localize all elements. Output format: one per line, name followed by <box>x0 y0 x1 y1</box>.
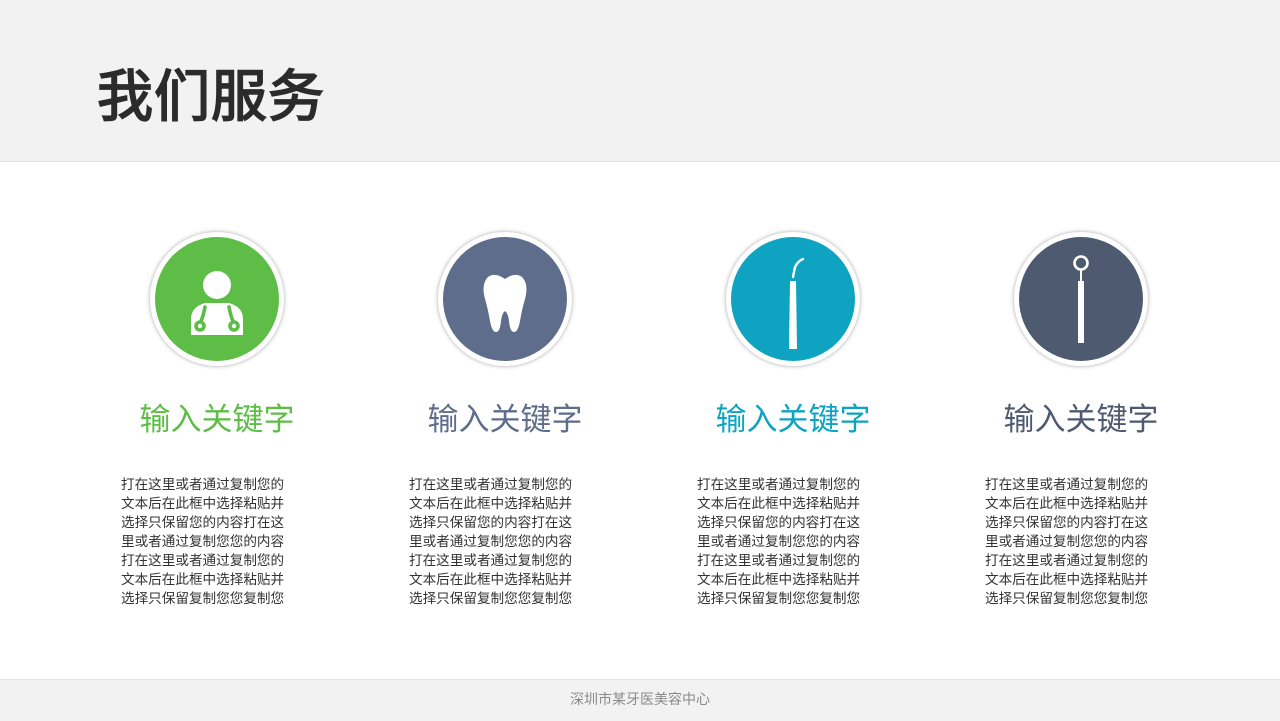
service-card-probe: 输入关键字 打在这里或者通过复制您的 文本后在此框中选择粘贴并 选择只保留您的内… <box>649 232 937 632</box>
card-keyword: 输入关键字 <box>139 402 295 438</box>
page-title: 我们服务 <box>97 65 325 130</box>
service-card-doctor: 输入关键字 打在这里或者通过复制您的 文本后在此框中选择粘贴并 选择只保留您的内… <box>73 232 361 632</box>
service-card-mirror: 输入关键字 打在这里或者通过复制您的 文本后在此框中选择粘贴并 选择只保留您的内… <box>937 232 1225 632</box>
card-description: 打在这里或者通过复制您的 文本后在此框中选择粘贴并 选择只保留您的内容打在这 里… <box>409 477 573 607</box>
footer-bar: 深圳市某牙医美容中心 <box>0 679 1280 721</box>
card-keyword: 输入关键字 <box>427 402 583 438</box>
icon-circle-frame <box>1014 232 1148 366</box>
card-description: 打在这里或者通过复制您的 文本后在此框中选择粘贴并 选择只保留您的内容打在这 里… <box>985 477 1149 607</box>
card-keyword: 输入关键字 <box>1003 402 1159 438</box>
icon-circle-frame <box>438 232 572 366</box>
doctor-icon <box>155 237 279 361</box>
footer-text: 深圳市某牙医美容中心 <box>570 692 710 708</box>
icon-circle-frame <box>150 232 284 366</box>
icon-circle-frame <box>726 232 860 366</box>
dental-probe-icon <box>731 237 855 361</box>
card-keyword: 输入关键字 <box>715 402 871 438</box>
dental-mirror-icon <box>1019 237 1143 361</box>
tooth-icon <box>443 237 567 361</box>
card-description: 打在这里或者通过复制您的 文本后在此框中选择粘贴并 选择只保留您的内容打在这 里… <box>121 477 285 607</box>
header-bar: 我们服务 <box>0 0 1280 162</box>
card-description: 打在这里或者通过复制您的 文本后在此框中选择粘贴并 选择只保留您的内容打在这 里… <box>697 477 861 607</box>
service-card-tooth: 输入关键字 打在这里或者通过复制您的 文本后在此框中选择粘贴并 选择只保留您的内… <box>361 232 649 632</box>
